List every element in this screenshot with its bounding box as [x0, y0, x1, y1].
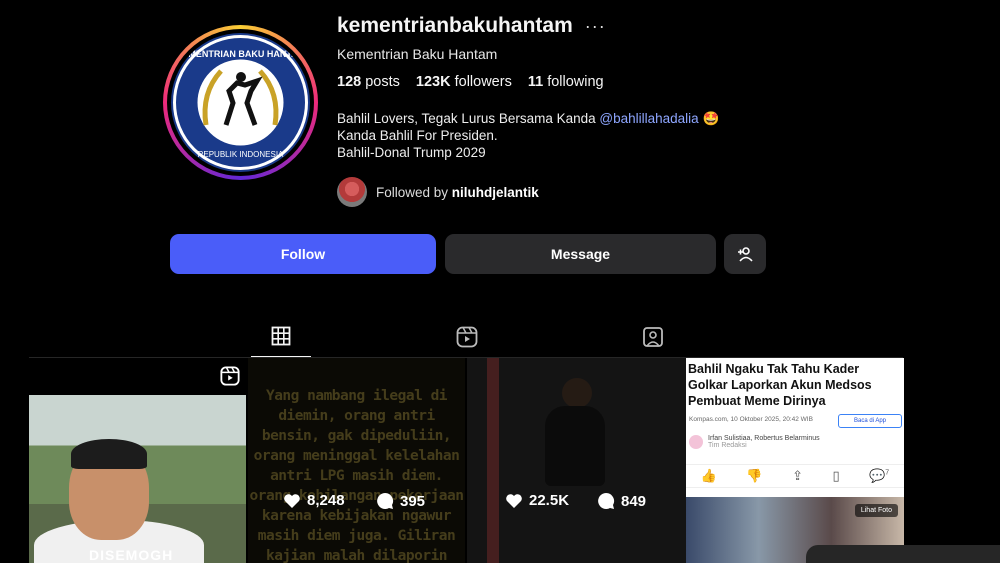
follow-button[interactable]: Follow: [170, 234, 436, 274]
bottom-panel-edge: [806, 545, 1000, 563]
comment-icon: [598, 492, 615, 509]
news-reactions: 👍 👎 ⇪ ▯ 💬7: [686, 464, 904, 488]
bio-line-3: Bahlil-Donal Trump 2029: [337, 145, 486, 160]
thumbs-down-icon: 👎: [746, 468, 763, 483]
bio: Bahlil Lovers, Tegak Lurus Bersama Kanda…: [337, 110, 719, 161]
tab-tagged[interactable]: [623, 316, 683, 357]
posts-count: 128 posts: [337, 74, 400, 90]
follower-avatar: [337, 177, 367, 207]
tagged-icon: [643, 326, 663, 347]
following-count[interactable]: 11 following: [528, 74, 604, 90]
profile-avatar[interactable]: KEMENTRIAN BAKU HANTAM REPUBLIK INDONESI…: [163, 25, 318, 180]
message-button[interactable]: Message: [445, 234, 716, 274]
full-name: Kementrian Baku Hantam: [337, 46, 498, 62]
post-caption-overlay: DISEMOGH: [89, 547, 174, 563]
post-3[interactable]: 22.5K 849: [467, 358, 686, 563]
author-avatar: [689, 435, 703, 449]
add-user-button[interactable]: [724, 234, 766, 274]
more-options-icon[interactable]: ···: [585, 16, 606, 37]
post-thumbnail: DISEMOGH: [29, 395, 246, 563]
heart-icon: [284, 493, 300, 508]
grid-icon: [271, 326, 291, 346]
post-1[interactable]: DISEMOGH: [29, 358, 246, 563]
username: kementrianbakuhantam: [337, 14, 573, 37]
comment-icon: 💬7: [869, 468, 890, 483]
comment-stat: 395: [376, 492, 425, 510]
logo-emblem: KEMENTRIAN BAKU HANTAM REPUBLIK INDONESI…: [171, 33, 310, 172]
bio-line-1: Bahlil Lovers, Tegak Lurus Bersama Kanda: [337, 111, 600, 126]
read-in-app-badge: Baca di App: [838, 414, 902, 428]
bio-line-2: Kanda Bahlil For Presiden.: [337, 128, 498, 143]
bio-emoji: 🤩: [702, 111, 720, 126]
reels-icon: [220, 366, 240, 386]
followed-by-user: niluhdjelantik: [451, 184, 539, 200]
heart-icon: [506, 493, 522, 508]
comment-icon: [377, 492, 394, 509]
logo-top-text: KEMENTRIAN BAKU HANTAM: [176, 49, 305, 59]
logo-bottom-text: REPUBLIK INDONESIA: [198, 150, 284, 159]
news-meta: Kompas.com, 10 Oktober 2025, 20:42 WIB: [689, 416, 813, 423]
news-authors: Irfan Sulistiaa, Robertus Belarminus Tim …: [689, 435, 820, 449]
tab-reels[interactable]: [437, 316, 497, 357]
news-title: Bahlil Ngaku Tak Tahu Kader Golkar Lapor…: [688, 362, 872, 408]
bookmark-icon: ▯: [832, 468, 840, 483]
tab-posts[interactable]: [251, 316, 311, 357]
share-icon: ⇪: [792, 468, 803, 483]
post-4[interactable]: Bahlil Ngaku Tak Tahu Kader Golkar Lapor…: [686, 358, 904, 563]
reels-icon: [456, 326, 478, 347]
post-2[interactable]: Yang nambang ilegal di diemin, orang ant…: [248, 358, 465, 563]
thumbs-up-icon: 👍: [700, 468, 717, 483]
comment-stat: 849: [597, 492, 646, 510]
posts-grid: DISEMOGH Yang nambang ilegal di diemin, …: [29, 358, 904, 563]
username-row: kementrianbakuhantam ···: [337, 14, 606, 38]
view-photo-label: Lihat Foto: [854, 504, 898, 517]
profile-stats: 128 posts 123K followers 11 following: [337, 74, 604, 90]
bio-mention-link[interactable]: @bahlillahadalia: [599, 111, 698, 126]
like-stat: 8,248: [283, 492, 345, 509]
like-stat: 22.5K: [505, 492, 569, 509]
followed-by[interactable]: Followed by niluhdjelantik: [337, 177, 539, 207]
profile-tabs: [29, 316, 903, 358]
followers-count[interactable]: 123K followers: [416, 74, 512, 90]
person-add-icon: [738, 247, 753, 262]
